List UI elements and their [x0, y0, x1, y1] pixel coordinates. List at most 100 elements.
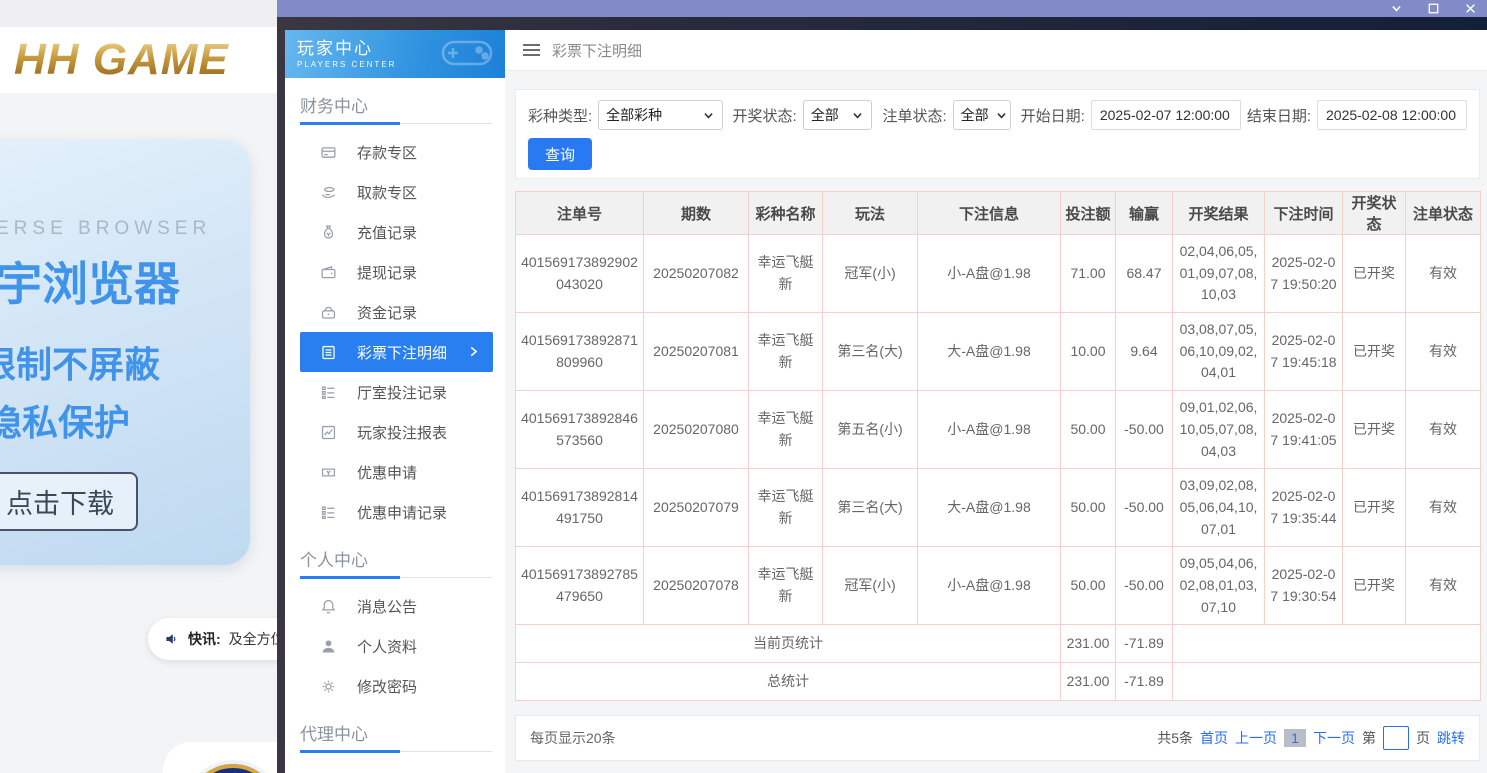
- table-cell: 2025-02-07 19:35:44: [1264, 468, 1343, 548]
- table-cell: 401569173892902043020: [515, 233, 644, 314]
- window-minimize-button[interactable]: [1390, 2, 1403, 15]
- window-titlebar: [277, 0, 1487, 17]
- news-ticker: 快讯: 及全方位: [148, 618, 277, 660]
- end-date-input[interactable]: [1317, 100, 1467, 130]
- column-header: 下注信息: [917, 191, 1061, 235]
- table-cell: 401569173892871809960: [515, 312, 644, 392]
- maximize-icon: [1427, 2, 1440, 15]
- jump-button[interactable]: 跳转: [1437, 728, 1465, 748]
- table-cell: 20250207080: [643, 390, 749, 470]
- lottery-type-select[interactable]: 全部彩种: [598, 100, 723, 130]
- table-cell: 50.00: [1060, 390, 1116, 470]
- table-row: 401569173892814491750 20250207079 幸运飞艇新 第三名…: [515, 468, 1481, 548]
- table-cell: 冠军(小): [822, 233, 918, 314]
- section-divider: [300, 750, 492, 753]
- summary-row: 总统计 231.00 -71.89: [515, 662, 1481, 702]
- pagination-bar: 每页显示20条 共5条 首页 上一页 1 下一页 第 页 跳转: [515, 715, 1480, 762]
- sidebar: 玩家中心 PLAYERS CENTER 财务中心 存款专区 取款专区 充值记录 提现记录…: [285, 30, 506, 773]
- sidebar-sections: 财务中心存款专区取款专区 充值记录 提现记录 资金记录 彩票下注明细厅室投注记录玩家投注…: [285, 92, 505, 773]
- sidebar-item-玩家投注报表[interactable]: 玩家投注报表: [285, 412, 505, 452]
- table-cell: 50.00: [1060, 468, 1116, 548]
- first-page-link[interactable]: 首页: [1200, 728, 1228, 748]
- browser-download-banner: ERSE BROWSER 宇浏览器 限制不屏蔽 隐私保护 点击下载: [0, 140, 250, 565]
- draw-status-select[interactable]: 全部: [802, 100, 873, 130]
- sidebar-item-label: 厅室投注记录: [357, 384, 448, 402]
- table-cell: 已开奖: [1342, 468, 1406, 548]
- table-cell: 幸运飞艇新: [748, 390, 823, 470]
- checklist-icon: [320, 504, 337, 521]
- column-header: 注单号: [515, 191, 644, 235]
- gear-icon: [320, 678, 337, 695]
- banner-feature-line-1: 限制不屏蔽: [0, 344, 161, 385]
- window-close-button[interactable]: [1464, 2, 1477, 15]
- banner-english-line: ERSE BROWSER: [0, 218, 212, 239]
- summary-cell: 总统计: [515, 662, 1061, 702]
- table-cell: 有效: [1405, 233, 1481, 314]
- sidebar-item-彩票下注明细[interactable]: 彩票下注明细: [300, 332, 493, 372]
- bell-icon: [320, 598, 337, 615]
- window-maximize-button[interactable]: [1427, 2, 1440, 15]
- chevron-right-icon: [466, 344, 481, 359]
- query-button[interactable]: 查询: [528, 138, 593, 170]
- order-status-select[interactable]: 全部: [952, 100, 1011, 130]
- lottery-type-value: 全部彩种: [606, 107, 663, 123]
- sidebar-item-充值记录[interactable]: 充值记录: [285, 212, 505, 252]
- left-browser-pane: HH GAME ERSE BROWSER 宇浏览器 限制不屏蔽 隐私保护 点击下…: [0, 0, 277, 773]
- sidebar-item-label: 优惠申请记录: [357, 504, 448, 522]
- chevron-down-icon: [1390, 2, 1403, 15]
- table-cell: 20250207079: [643, 468, 749, 548]
- table-header-row: 注单号 期数 彩种名称 玩法 下注信息 投注额 输赢 开奖结果 下注时间 开奖状态 注单状态: [515, 191, 1481, 235]
- purse-icon: [320, 304, 337, 321]
- sidebar-item-partial[interactable]: [285, 760, 505, 773]
- summary-cell: 231.00: [1060, 624, 1116, 664]
- column-header: 玩法: [822, 191, 918, 235]
- gamepad-icon: [437, 32, 497, 72]
- download-button[interactable]: 点击下载: [0, 472, 138, 531]
- next-page-link[interactable]: 下一页: [1313, 728, 1355, 748]
- money-bag-icon: [320, 224, 337, 241]
- prev-page-link[interactable]: 上一页: [1235, 728, 1277, 748]
- jump-page-input[interactable]: [1383, 726, 1409, 751]
- column-header: 下注时间: [1264, 191, 1343, 235]
- section-divider: [300, 576, 492, 579]
- sidebar-item-消息公告[interactable]: 消息公告: [285, 586, 505, 626]
- table-cell: 幸运飞艇新: [748, 468, 823, 548]
- start-date-input[interactable]: [1090, 100, 1241, 130]
- site-logo-band: HH GAME: [0, 27, 277, 93]
- sidebar-item-资金记录[interactable]: 资金记录: [285, 292, 505, 332]
- sidebar-item-提现记录[interactable]: 提现记录: [285, 252, 505, 292]
- content: 彩票下注明细 彩种类型: 全部彩种 开奖状态: 全部 注单状态: 全部 开始日期…: [505, 30, 1487, 773]
- filter-box: 彩种类型: 全部彩种 开奖状态: 全部 注单状态: 全部 开始日期: 2025-…: [515, 89, 1480, 179]
- table-cell: 有效: [1405, 312, 1481, 392]
- table-cell: 03,09,02,08,05,06,04,10,07,01: [1172, 468, 1265, 548]
- sidebar-item-取款专区[interactable]: 取款专区: [285, 172, 505, 212]
- wallet-icon: [320, 264, 337, 281]
- page-title: 彩票下注明细: [552, 42, 643, 60]
- section-title: 财务中心: [300, 97, 368, 116]
- sidebar-item-厅室投注记录[interactable]: 厅室投注记录: [285, 372, 505, 412]
- withdraw-hand-icon: [320, 184, 337, 201]
- deposit-card-icon: [320, 144, 337, 161]
- sidebar-item-存款专区[interactable]: 存款专区: [285, 132, 505, 172]
- order-status-label: 注单状态:: [882, 107, 947, 125]
- table-cell: 09,01,02,06,10,05,07,08,04,03: [1172, 390, 1265, 470]
- table-cell: 9.64: [1115, 312, 1173, 392]
- sidebar-item-个人资料[interactable]: 个人资料: [285, 626, 505, 666]
- end-date-label: 结束日期:: [1246, 107, 1311, 125]
- news-text: 及全方位: [228, 631, 277, 647]
- table-cell: 有效: [1405, 390, 1481, 470]
- hamburger-icon[interactable]: [523, 44, 540, 56]
- table-cell: 10.00: [1060, 312, 1116, 392]
- sidebar-item-优惠申请记录[interactable]: 优惠申请记录: [285, 492, 505, 532]
- sidebar-item-label: 存款专区: [357, 144, 418, 162]
- table-cell: 09,05,04,06,02,08,01,03,07,10: [1172, 546, 1265, 626]
- checklist-icon: [320, 384, 337, 401]
- sidebar-item-修改密码[interactable]: 修改密码: [285, 666, 505, 706]
- section-title: 代理中心: [300, 725, 368, 744]
- lottery-type-label: 彩种类型:: [528, 107, 593, 125]
- sidebar-item-label: 个人资料: [357, 638, 418, 656]
- table-cell: 第五名(小): [822, 390, 918, 470]
- sidebar-item-优惠申请[interactable]: 优惠申请: [285, 452, 505, 492]
- start-date-label: 开始日期:: [1020, 107, 1085, 125]
- table-cell: 2025-02-07 19:41:05: [1264, 390, 1343, 470]
